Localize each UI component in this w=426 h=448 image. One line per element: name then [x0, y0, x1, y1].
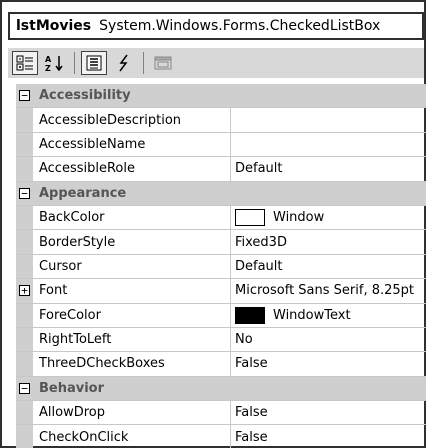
property-value[interactable] — [231, 133, 426, 156]
properties-window: lstMovies System.Windows.Forms.CheckedLi… — [0, 0, 426, 448]
color-swatch — [235, 209, 265, 227]
property-name: AccessibleDescription — [33, 108, 231, 132]
row-margin — [16, 254, 33, 279]
property-name: ForeColor — [33, 303, 231, 327]
properties-button[interactable] — [81, 51, 107, 75]
category-label: Appearance — [39, 185, 127, 201]
property-value-text: Default — [235, 161, 283, 177]
collapse-icon[interactable]: − — [19, 382, 30, 394]
property-row[interactable]: AccessibleRole Default — [16, 157, 426, 182]
object-type: System.Windows.Forms.CheckedListBox — [99, 18, 381, 34]
collapse-icon[interactable]: − — [19, 187, 30, 199]
property-value-text: False — [235, 356, 268, 372]
property-name: BackColor — [33, 205, 231, 230]
property-value-text: Window — [273, 210, 325, 226]
categorized-button[interactable] — [12, 51, 38, 75]
property-value[interactable]: Default — [231, 255, 426, 278]
property-value[interactable]: WindowText — [231, 304, 426, 327]
svg-text:A: A — [45, 55, 52, 64]
row-margin — [16, 401, 33, 425]
property-value-text: Fixed3D — [235, 234, 287, 250]
property-row[interactable]: AccessibleDescription — [16, 108, 426, 133]
property-row[interactable]: Cursor Default — [16, 254, 426, 280]
row-margin: − — [16, 376, 33, 401]
row-margin — [16, 425, 33, 448]
row-margin — [16, 157, 33, 181]
property-name: BorderStyle — [33, 230, 231, 254]
expand-icon[interactable]: + — [19, 285, 30, 297]
object-name: lstMovies — [16, 18, 92, 34]
property-pages-icon — [154, 56, 172, 70]
property-value[interactable]: Default — [231, 157, 426, 180]
row-margin — [16, 132, 33, 157]
row-margin — [16, 352, 33, 376]
category-row[interactable]: − Appearance — [16, 181, 426, 206]
category-row[interactable]: − Behavior — [16, 376, 426, 402]
property-value[interactable]: False — [231, 352, 426, 375]
collapse-icon[interactable]: − — [19, 90, 30, 102]
property-name: AllowDrop — [33, 401, 231, 425]
category-row[interactable]: − Accessibility — [16, 84, 426, 109]
property-name: AccessibleName — [33, 132, 231, 157]
alphabetical-button[interactable]: A Z — [42, 51, 68, 75]
svg-text:Z: Z — [45, 64, 51, 72]
property-row[interactable]: RightToLeft No — [16, 327, 426, 353]
toolbar-separator — [74, 52, 75, 74]
row-margin — [16, 205, 33, 230]
property-value-text: Microsoft Sans Serif, 8.25pt — [235, 283, 414, 299]
property-row[interactable]: BorderStyle Fixed3D — [16, 230, 426, 255]
property-row[interactable]: ThreeDCheckBoxes False — [16, 352, 426, 377]
row-margin — [16, 230, 33, 254]
property-name: RightToLeft — [33, 327, 231, 352]
property-value[interactable]: False — [231, 401, 426, 424]
categorized-icon — [16, 55, 33, 71]
property-name: ThreeDCheckBoxes — [33, 352, 231, 376]
row-margin: + — [16, 279, 33, 303]
property-row[interactable]: AllowDrop False — [16, 401, 426, 426]
row-margin — [16, 108, 33, 132]
property-value[interactable]: Window — [231, 206, 426, 229]
property-row[interactable]: CheckOnClick False — [16, 425, 426, 448]
events-button[interactable] — [111, 51, 137, 75]
row-margin: − — [16, 84, 33, 108]
property-row[interactable]: AccessibleName — [16, 132, 426, 158]
property-row[interactable]: + Font Microsoft Sans Serif, 8.25pt — [16, 279, 426, 304]
category-label: Behavior — [39, 380, 105, 396]
color-swatch — [235, 306, 265, 324]
category-label: Accessibility — [39, 88, 131, 104]
property-name: CheckOnClick — [33, 425, 231, 448]
property-name: AccessibleRole — [33, 157, 231, 181]
property-pages-button[interactable] — [150, 51, 176, 75]
property-value[interactable]: Fixed3D — [231, 230, 426, 253]
property-value[interactable]: False — [231, 425, 426, 448]
properties-icon — [86, 55, 102, 71]
property-value[interactable]: Microsoft Sans Serif, 8.25pt — [231, 279, 426, 302]
properties-toolbar: A Z — [8, 48, 424, 78]
events-icon — [119, 54, 128, 72]
property-grid: − Accessibility AccessibleDescription Acces… — [16, 84, 426, 448]
toolbar-separator — [143, 52, 144, 74]
alphabetical-icon: A Z — [45, 55, 63, 72]
property-row[interactable]: BackColor Window — [16, 205, 426, 231]
row-margin: − — [16, 181, 33, 205]
property-name: Cursor — [33, 254, 231, 279]
object-selector[interactable]: lstMovies System.Windows.Forms.CheckedLi… — [8, 12, 424, 40]
property-value[interactable] — [231, 108, 426, 131]
property-value-text: False — [235, 429, 268, 445]
property-value-text: Default — [235, 258, 283, 274]
property-value-text: False — [235, 405, 268, 421]
property-row[interactable]: ForeColor WindowText — [16, 303, 426, 328]
property-value-text: No — [235, 332, 253, 348]
property-value-text: WindowText — [273, 307, 351, 323]
property-value[interactable]: No — [231, 328, 426, 351]
row-margin — [16, 327, 33, 352]
row-margin — [16, 303, 33, 327]
property-name: Font — [33, 279, 231, 303]
